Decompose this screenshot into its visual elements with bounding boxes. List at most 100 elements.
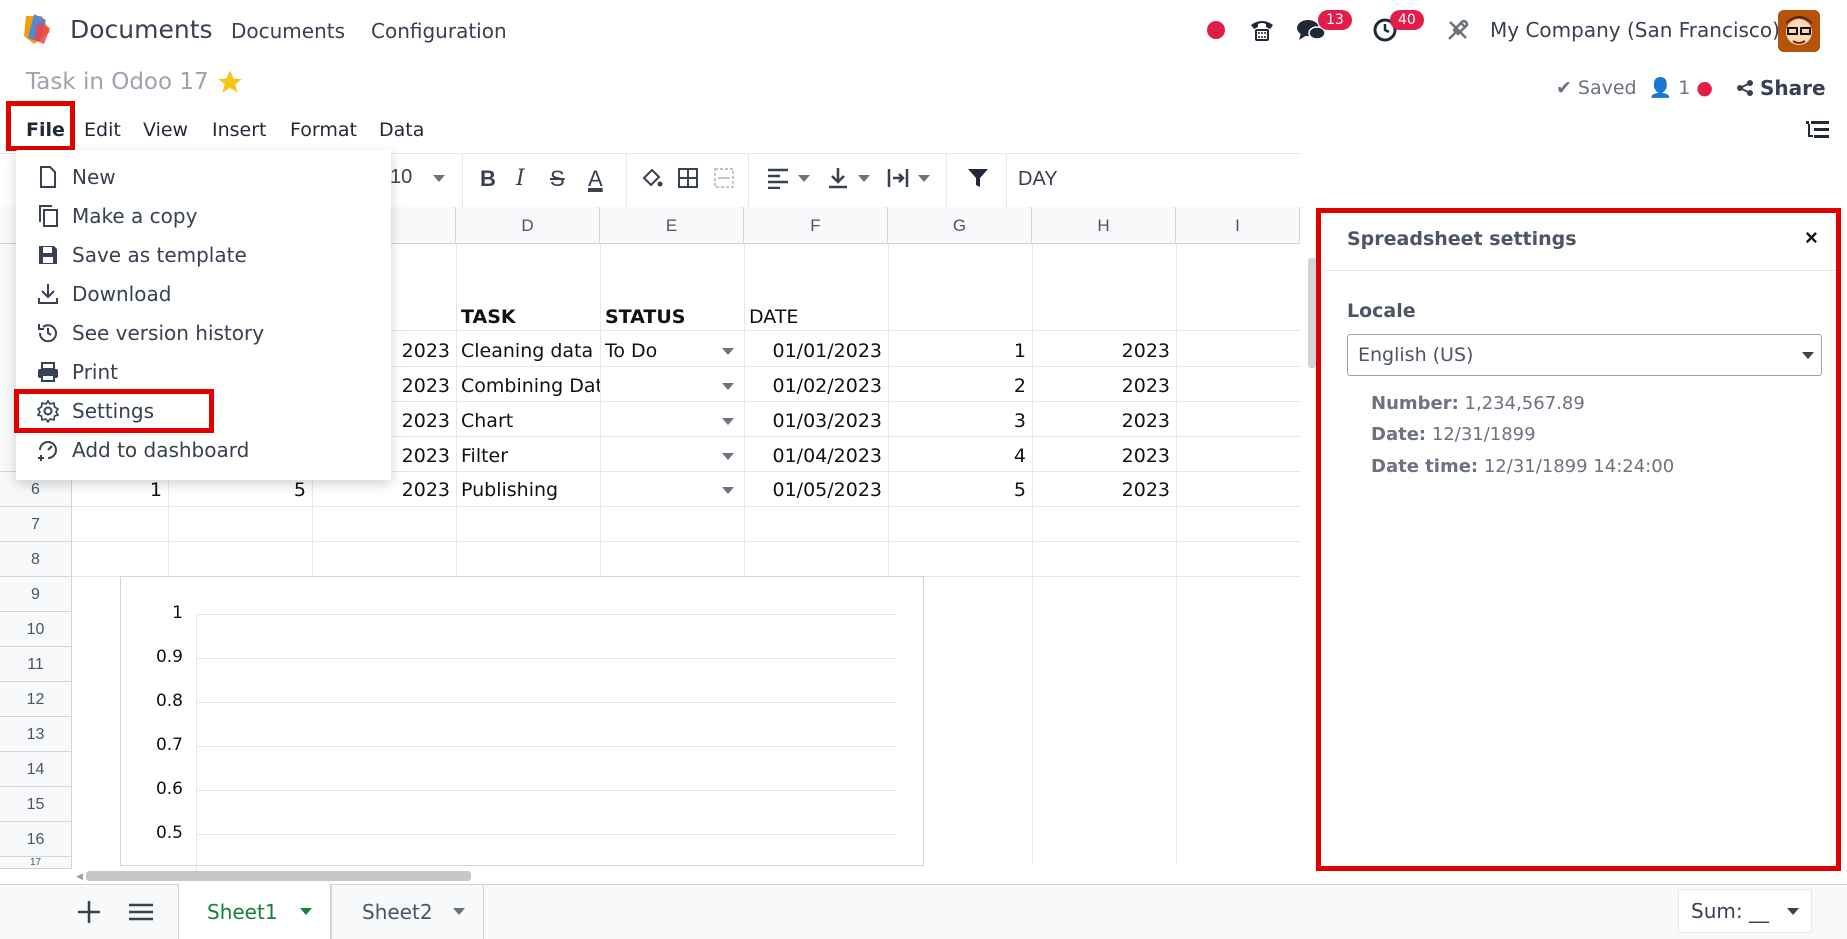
cell-d4[interactable]: Chart <box>461 410 513 432</box>
strikethrough-icon[interactable]: S <box>550 166 565 192</box>
vertical-scrollbar[interactable] <box>1308 258 1316 368</box>
col-header-h[interactable]: H <box>1032 207 1176 244</box>
menu-insert[interactable]: Insert <box>212 119 267 141</box>
cell-e2[interactable]: To Do <box>605 340 657 362</box>
cell-date-header[interactable]: DATE <box>749 306 798 328</box>
col-header-d[interactable]: D <box>456 207 600 244</box>
row-header-13[interactable]: 13 <box>0 717 72 752</box>
font-size-value[interactable]: 10 <box>390 166 412 189</box>
row-header-8[interactable]: 8 <box>0 542 72 577</box>
cell-g3[interactable]: 2 <box>888 375 1026 397</box>
cell-h2[interactable]: 2023 <box>1032 340 1170 362</box>
merge-cells-icon[interactable] <box>712 166 736 190</box>
favorite-star-icon[interactable] <box>216 68 244 96</box>
side-panel-toggle-icon[interactable] <box>1805 118 1831 142</box>
file-menu-save-template[interactable]: Save as template <box>16 235 391 274</box>
text-wrap-icon[interactable] <box>886 166 910 190</box>
document-title[interactable]: Task in Odoo 17 <box>26 69 209 95</box>
file-menu-print[interactable]: Print <box>16 352 391 391</box>
formula-bar[interactable]: DAY <box>1018 168 1058 191</box>
status-dropdown-caret-icon[interactable] <box>722 348 734 355</box>
row-header-12[interactable]: 12 <box>0 682 72 717</box>
cell-b6[interactable]: 5 <box>168 479 306 501</box>
user-avatar[interactable] <box>1778 10 1820 52</box>
fill-color-icon[interactable] <box>640 166 664 190</box>
text-wrap-caret-icon[interactable] <box>918 175 930 182</box>
horizontal-scrollbar[interactable] <box>86 871 471 881</box>
company-switcher[interactable]: My Company (San Francisco) <box>1490 18 1780 42</box>
sheet-tab-caret-icon[interactable] <box>300 908 312 915</box>
share-button[interactable]: Share <box>1736 76 1826 100</box>
row-header-16[interactable]: 16 <box>0 822 72 857</box>
cell-g6[interactable]: 5 <box>888 479 1026 501</box>
horizontal-align-caret-icon[interactable] <box>798 175 810 182</box>
font-size-caret-icon[interactable] <box>433 175 445 182</box>
chart-figure[interactable]: 1 0.9 0.8 0.7 0.6 0.5 <box>120 576 924 874</box>
cell-h5[interactable]: 2023 <box>1032 445 1170 467</box>
documents-app-logo[interactable] <box>20 12 56 48</box>
cell-g4[interactable]: 3 <box>888 410 1026 432</box>
sheet-tab-sheet2[interactable]: Sheet2 <box>331 884 484 939</box>
cell-task-header[interactable]: TASK <box>461 306 516 328</box>
bold-icon[interactable]: B <box>480 166 496 192</box>
menu-data[interactable]: Data <box>379 119 424 141</box>
cell-c6[interactable]: 2023 <box>312 479 450 501</box>
text-color-icon[interactable]: A <box>588 166 603 192</box>
cell-d2[interactable]: Cleaning data <box>461 340 593 362</box>
col-header-e[interactable]: E <box>600 207 744 244</box>
nav-configuration[interactable]: Configuration <box>371 19 507 43</box>
file-menu-version-history[interactable]: See version history <box>16 313 391 352</box>
horizontal-align-icon[interactable] <box>766 167 790 189</box>
vertical-align-icon[interactable] <box>826 166 850 190</box>
borders-icon[interactable] <box>676 166 700 190</box>
scroll-left-arrow-icon[interactable]: ◀ <box>76 871 83 882</box>
add-sheet-icon[interactable] <box>76 899 102 925</box>
sum-aggregate-select[interactable]: Sum: __ <box>1678 889 1812 933</box>
col-header-i[interactable]: I <box>1176 207 1300 244</box>
status-dropdown-caret-icon[interactable] <box>722 418 734 425</box>
vertical-align-caret-icon[interactable] <box>858 175 870 182</box>
file-menu-make-copy[interactable]: Make a copy <box>16 196 391 235</box>
cell-g5[interactable]: 4 <box>888 445 1026 467</box>
row-header-17[interactable]: 17 <box>0 857 72 869</box>
status-dropdown-caret-icon[interactable] <box>722 487 734 494</box>
file-menu-download[interactable]: Download <box>16 274 391 313</box>
cell-h4[interactable]: 2023 <box>1032 410 1170 432</box>
row-header-11[interactable]: 11 <box>0 647 72 682</box>
italic-icon[interactable]: I <box>516 166 525 191</box>
cell-f3[interactable]: 01/02/2023 <box>744 375 882 397</box>
app-name[interactable]: Documents <box>70 15 213 44</box>
cell-h3[interactable]: 2023 <box>1032 375 1170 397</box>
menu-view[interactable]: View <box>143 119 188 141</box>
cell-d3[interactable]: Combining Data <box>461 375 600 397</box>
row-header-9[interactable]: 9 <box>0 577 72 612</box>
sheet-tab-sheet1[interactable]: Sheet1 <box>178 884 331 939</box>
col-header-f[interactable]: F <box>744 207 888 244</box>
menu-edit[interactable]: Edit <box>84 119 121 141</box>
status-dropdown-caret-icon[interactable] <box>722 383 734 390</box>
cell-g2[interactable]: 1 <box>888 340 1026 362</box>
cell-d6[interactable]: Publishing <box>461 479 558 501</box>
cell-f5[interactable]: 01/04/2023 <box>744 445 882 467</box>
cell-f6[interactable]: 01/05/2023 <box>744 479 882 501</box>
recording-dot-icon[interactable] <box>1207 21 1225 39</box>
cell-f4[interactable]: 01/03/2023 <box>744 410 882 432</box>
sheet-tab-caret-icon[interactable] <box>453 908 465 915</box>
cell-a6[interactable]: 1 <box>72 479 162 501</box>
file-menu-add-dashboard[interactable]: Add to dashboard <box>16 430 391 469</box>
row-header-7[interactable]: 7 <box>0 507 72 542</box>
cell-status-header[interactable]: STATUS <box>605 306 685 328</box>
filter-icon[interactable] <box>966 166 990 190</box>
nav-documents[interactable]: Documents <box>231 19 345 43</box>
phone-icon[interactable] <box>1248 15 1276 43</box>
debug-tools-icon[interactable] <box>1446 18 1470 42</box>
cell-h6[interactable]: 2023 <box>1032 479 1170 501</box>
cell-f2[interactable]: 01/01/2023 <box>744 340 882 362</box>
row-header-14[interactable]: 14 <box>0 752 72 787</box>
row-header-15[interactable]: 15 <box>0 787 72 822</box>
cell-d5[interactable]: Filter <box>461 445 508 467</box>
col-header-g[interactable]: G <box>888 207 1032 244</box>
sheet-list-icon[interactable] <box>128 902 154 922</box>
row-header-10[interactable]: 10 <box>0 612 72 647</box>
status-dropdown-caret-icon[interactable] <box>722 453 734 460</box>
